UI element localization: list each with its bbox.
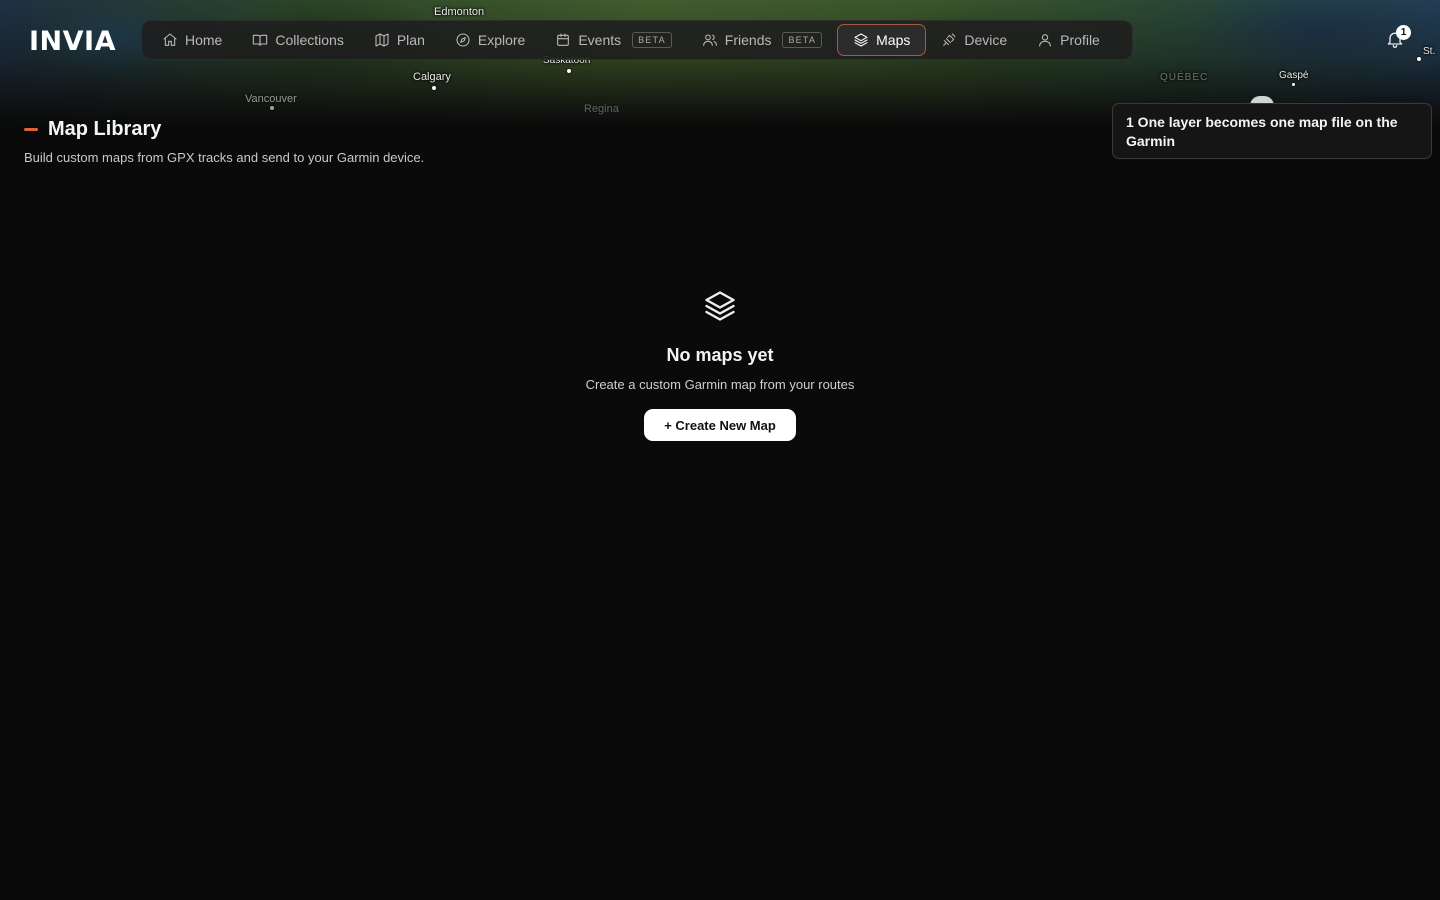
nav-item-events[interactable]: Events BETA — [540, 24, 686, 56]
app-logo[interactable]: INVIA — [29, 26, 116, 57]
nav-item-label: Explore — [477, 32, 526, 48]
map-dot-calgary — [432, 86, 436, 90]
map-dot-gaspe — [1292, 83, 1295, 86]
book-icon — [253, 34, 268, 46]
nav-item-collections[interactable]: Collections — [237, 24, 358, 56]
nav-item-label: Maps — [876, 32, 911, 48]
map-label-vancouver: Vancouver — [245, 93, 297, 105]
beta-badge: BETA — [782, 32, 823, 48]
map-label-regina: Regina — [584, 103, 619, 115]
map-icon — [375, 33, 389, 47]
empty-state-text: Create a custom Garmin map from your rou… — [585, 377, 855, 392]
empty-state: No maps yet Create a custom Garmin map f… — [0, 288, 1440, 441]
compass-icon — [456, 33, 470, 47]
nav-item-label: Events — [578, 32, 622, 48]
calendar-icon — [557, 33, 570, 46]
map-dot-st — [1417, 57, 1421, 61]
nav-item-label: Collections — [275, 32, 344, 48]
nav-item-home[interactable]: Home — [147, 24, 237, 56]
layers-icon — [854, 33, 868, 47]
home-icon — [163, 33, 177, 46]
page-header: Map Library — [24, 118, 161, 141]
empty-state-title: No maps yet — [666, 345, 774, 365]
nav-item-explore[interactable]: Explore — [440, 24, 540, 56]
satellite-icon — [943, 33, 956, 46]
toast-text: 1 One layer becomes one map file on the … — [1126, 114, 1398, 149]
map-label-gaspe: Gaspé — [1279, 70, 1309, 81]
nav-item-device[interactable]: Device — [926, 24, 1022, 56]
beta-badge: BETA — [632, 32, 672, 48]
nav-item-label: Plan — [396, 32, 425, 48]
map-label-edmonton: Edmonton — [434, 6, 485, 18]
map-label-st: St. — [1423, 46, 1436, 57]
main-nav: Home Collections Plan Explore Events BET… — [141, 20, 1133, 60]
nav-item-label: Device — [964, 32, 1008, 48]
nav-item-label: Home — [185, 32, 223, 48]
nav-item-label: Profile — [1060, 32, 1100, 48]
user-icon — [1039, 34, 1052, 47]
nav-item-profile[interactable]: Profile — [1022, 24, 1115, 56]
accent-dash — [24, 128, 38, 131]
nav-item-label: Friends — [724, 32, 772, 48]
map-dot-vancouver — [270, 106, 274, 110]
page-subtitle: Build custom maps from GPX tracks and se… — [24, 150, 425, 165]
page-title: Map Library — [48, 118, 162, 140]
users-icon — [702, 34, 717, 46]
nav-item-maps[interactable]: Maps — [837, 24, 927, 56]
map-dot-saskatoon — [567, 69, 571, 73]
layers-icon — [702, 288, 738, 329]
map-label-calgary: Calgary — [413, 71, 451, 83]
notification-count-badge: 1 — [1396, 25, 1411, 40]
nav-item-plan[interactable]: Plan — [359, 24, 440, 56]
nav-item-friends[interactable]: Friends BETA — [687, 24, 837, 56]
create-new-map-button[interactable]: + Create New Map — [644, 409, 796, 441]
info-toast[interactable]: 1 One layer becomes one map file on the … — [1112, 103, 1432, 159]
map-label-quebec: QUÉBEC — [1160, 72, 1209, 83]
